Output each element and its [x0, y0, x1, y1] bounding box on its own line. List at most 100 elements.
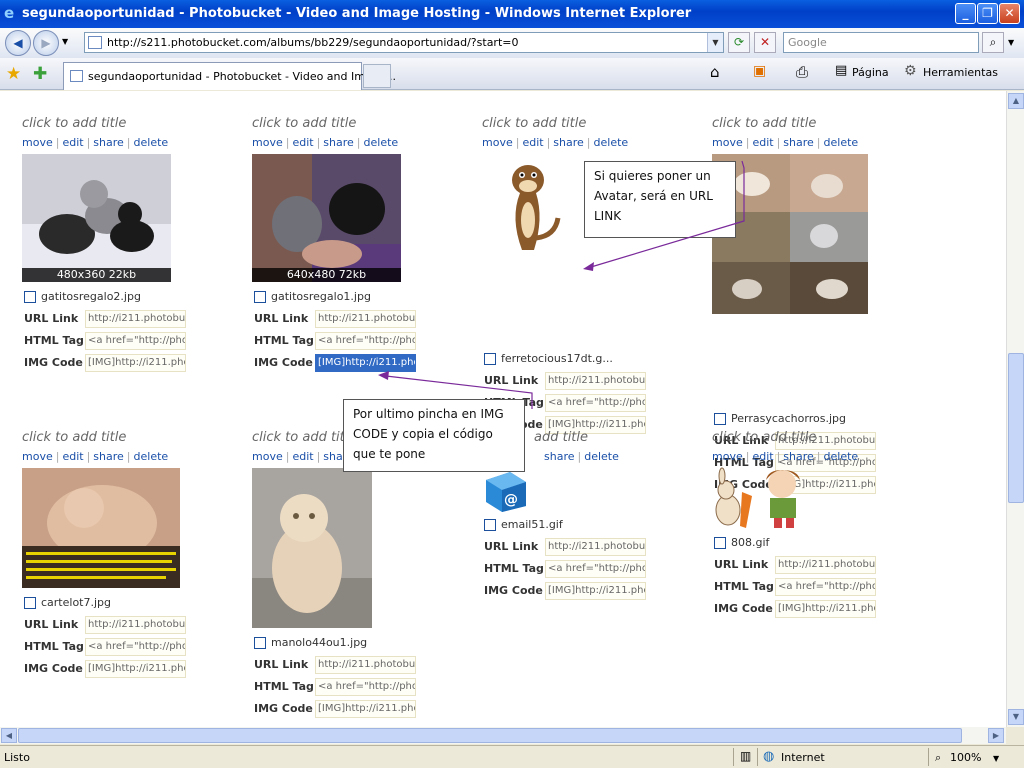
edit-link[interactable]: edit	[752, 450, 773, 463]
security-zone[interactable]: Internet	[781, 751, 825, 764]
scroll-left-icon[interactable]: ◀	[1, 728, 17, 743]
url-link-field[interactable]: http://i211.photobucket	[775, 556, 876, 574]
move-link[interactable]: move	[22, 136, 53, 149]
vertical-scroll-thumb[interactable]	[1008, 353, 1024, 503]
select-checkbox[interactable]	[254, 291, 266, 303]
img-code-field[interactable]: [IMG]http://i211.photob	[315, 700, 416, 718]
delete-link[interactable]: delete	[134, 450, 169, 463]
delete-link[interactable]: delete	[584, 450, 619, 463]
delete-link[interactable]: delete	[594, 136, 629, 149]
title-placeholder[interactable]: click to add title	[22, 430, 126, 445]
address-dropdown-icon[interactable]: ▼	[707, 33, 723, 52]
refresh-button[interactable]: ⟳	[728, 32, 750, 53]
url-link-field[interactable]: http://i211.photobucket	[85, 616, 186, 634]
feeds-icon[interactable]: ▣	[753, 63, 766, 79]
delete-link[interactable]: delete	[134, 136, 169, 149]
edit-link[interactable]: edit	[62, 136, 83, 149]
select-checkbox[interactable]	[484, 353, 496, 365]
share-link[interactable]: share	[553, 136, 584, 149]
edit-link[interactable]: edit	[752, 136, 773, 149]
img-code-field[interactable]: [IMG]http://i211.photob	[315, 354, 416, 372]
minimize-button[interactable]: _	[955, 3, 976, 24]
photo-thumbnail[interactable]: 480x360 22kb	[22, 154, 171, 282]
stop-button[interactable]: ✕	[754, 32, 776, 53]
photo-thumbnail[interactable]	[712, 466, 816, 530]
share-link[interactable]: share	[93, 136, 124, 149]
delete-link[interactable]: delete	[364, 136, 399, 149]
scroll-down-icon[interactable]: ▼	[1008, 709, 1024, 725]
title-placeholder[interactable]: click to add title	[252, 430, 356, 445]
title-placeholder[interactable]: click to add title	[712, 430, 816, 445]
img-code-field[interactable]: [IMG]http://i211.photob	[545, 582, 646, 600]
share-link[interactable]: share	[323, 136, 354, 149]
move-link[interactable]: move	[22, 450, 53, 463]
html-tag-field[interactable]: <a href="http://photob	[545, 560, 646, 578]
zoom-level[interactable]: 100%	[950, 751, 981, 764]
img-code-field[interactable]: [IMG]http://i211.photob	[85, 660, 186, 678]
scroll-right-icon[interactable]: ▶	[988, 728, 1004, 743]
back-button[interactable]: ◀	[5, 30, 31, 56]
print-icon[interactable]: ⎙	[796, 63, 808, 81]
edit-link[interactable]: edit	[292, 136, 313, 149]
photo-thumbnail[interactable]	[500, 158, 562, 258]
select-checkbox[interactable]	[714, 413, 726, 425]
move-link[interactable]: move	[482, 136, 513, 149]
select-checkbox[interactable]	[24, 597, 36, 609]
url-link-field[interactable]: http://i211.photobucket	[315, 310, 416, 328]
title-placeholder[interactable]: click to add title	[712, 116, 816, 131]
html-tag-field[interactable]: <a href="http://photob	[315, 332, 416, 350]
horizontal-scrollbar[interactable]: ◀ ▶	[0, 727, 1006, 744]
url-link-field[interactable]: http://i211.photobucket	[545, 538, 646, 556]
horizontal-scroll-thumb[interactable]	[18, 728, 962, 743]
address-url[interactable]: http://s211.photobucket.com/albums/bb229…	[107, 36, 519, 49]
url-link-field[interactable]: http://i211.photobucket	[315, 656, 416, 674]
html-tag-field[interactable]: <a href="http://photob	[545, 394, 646, 412]
share-link[interactable]: share	[93, 450, 124, 463]
select-checkbox[interactable]	[254, 637, 266, 649]
new-tab-button[interactable]	[363, 64, 391, 88]
close-button[interactable]: ✕	[999, 3, 1020, 24]
select-checkbox[interactable]	[714, 537, 726, 549]
select-checkbox[interactable]	[24, 291, 36, 303]
search-options-icon[interactable]: ▼	[1008, 38, 1014, 47]
html-tag-field[interactable]: <a href="http://photob	[315, 678, 416, 696]
vertical-scrollbar[interactable]: ▲ ▼	[1006, 91, 1024, 727]
move-link[interactable]: move	[252, 136, 283, 149]
share-link[interactable]: share	[544, 450, 575, 463]
share-link[interactable]: share	[783, 136, 814, 149]
page-menu[interactable]: Página	[852, 66, 889, 79]
edit-link[interactable]: edit	[292, 450, 313, 463]
move-link[interactable]: move	[712, 450, 743, 463]
scroll-up-icon[interactable]: ▲	[1008, 93, 1024, 109]
add-favorites-icon[interactable]: ✚	[33, 64, 47, 84]
address-bar[interactable]: http://s211.photobucket.com/albums/bb229…	[84, 32, 724, 53]
edit-link[interactable]: edit	[522, 136, 543, 149]
url-link-field[interactable]: http://i211.photobucket	[545, 372, 646, 390]
photo-thumbnail[interactable]	[252, 468, 372, 628]
tab-photobucket[interactable]: segundaoportunidad - Photobucket - Video…	[63, 62, 396, 90]
select-checkbox[interactable]	[484, 519, 496, 531]
favorites-star-icon[interactable]: ★	[6, 64, 21, 84]
delete-link[interactable]: delete	[824, 450, 859, 463]
title-placeholder[interactable]: click to add title	[22, 116, 126, 131]
forward-button[interactable]: ▶	[33, 30, 59, 56]
move-link[interactable]: move	[252, 450, 283, 463]
move-link[interactable]: move	[712, 136, 743, 149]
title-placeholder[interactable]: add title	[534, 430, 588, 445]
share-link[interactable]: share	[783, 450, 814, 463]
photo-thumbnail[interactable]: @	[482, 468, 528, 514]
title-placeholder[interactable]: click to add title	[252, 116, 356, 131]
html-tag-field[interactable]: <a href="http://photob	[85, 332, 186, 350]
url-link-field[interactable]: http://i211.photobucket	[85, 310, 186, 328]
html-tag-field[interactable]: <a href="http://photob	[85, 638, 186, 656]
edit-link[interactable]: edit	[62, 450, 83, 463]
history-dropdown-icon[interactable]: ▼	[62, 37, 68, 46]
html-tag-field[interactable]: <a href="http://photob	[775, 578, 876, 596]
img-code-field[interactable]: [IMG]http://i211.photob	[85, 354, 186, 372]
delete-link[interactable]: delete	[824, 136, 859, 149]
search-input[interactable]: Google	[783, 32, 979, 53]
photo-thumbnail[interactable]	[22, 468, 180, 588]
photo-thumbnail[interactable]: 640x480 72kb	[252, 154, 401, 282]
zoom-dropdown-icon[interactable]: ▼	[993, 754, 999, 763]
img-code-field[interactable]: [IMG]http://i211.photob	[775, 600, 876, 618]
